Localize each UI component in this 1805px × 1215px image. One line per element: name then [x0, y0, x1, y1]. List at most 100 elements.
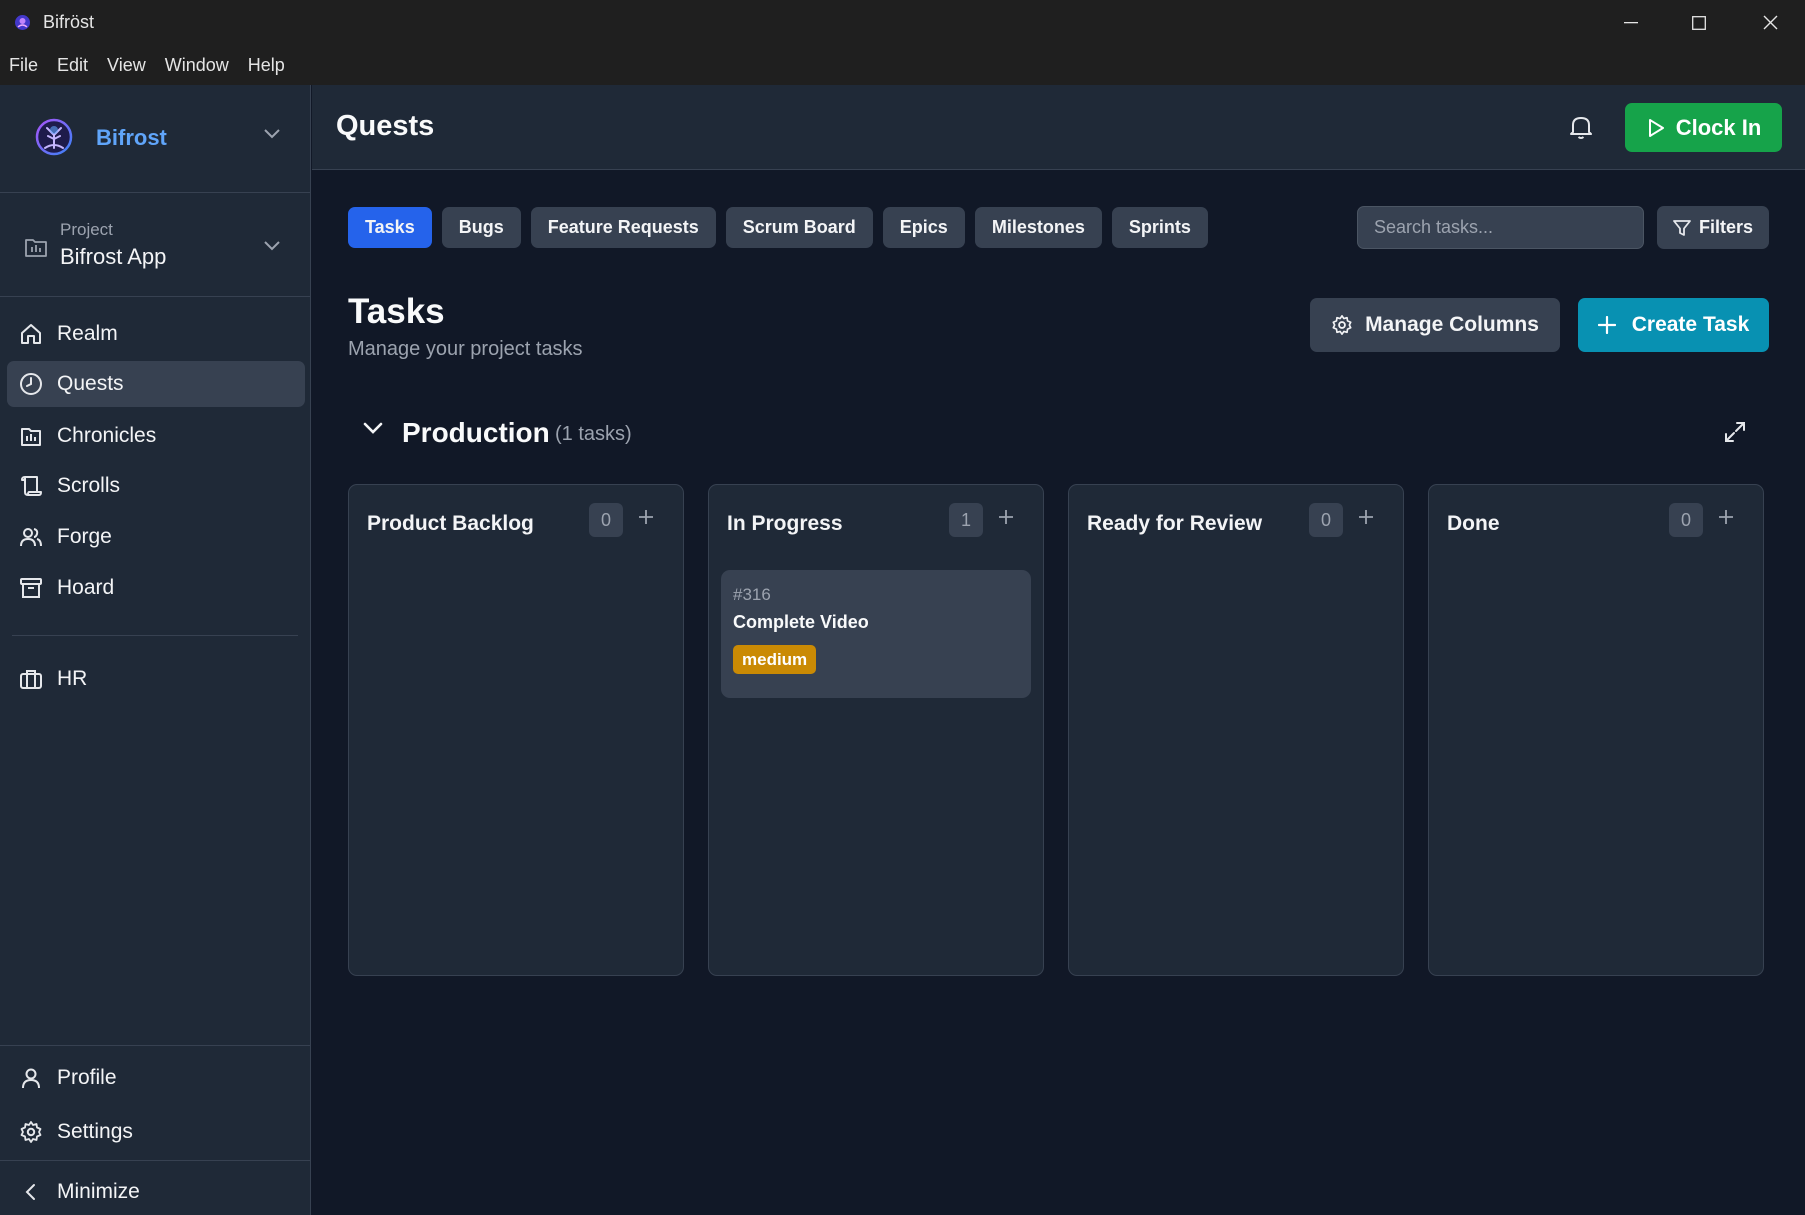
org-name: Bifrost: [96, 125, 167, 150]
gear-icon: [19, 1120, 43, 1144]
menu-file[interactable]: File: [9, 55, 38, 76]
board-column-in-progress: In Progress 1 #316 Complete Video medium: [708, 484, 1044, 976]
task-title: Complete Video: [733, 612, 869, 632]
sidebar-item-label: Hoard: [57, 576, 115, 599]
menu-bar: File Edit View Window Help: [0, 45, 1805, 85]
tab-tasks[interactable]: Tasks: [348, 207, 432, 248]
sidebar-divider: [0, 1045, 311, 1046]
column-count-badge: 0: [1669, 503, 1703, 537]
group-name: Production: [402, 417, 550, 448]
clock-in-label: Clock In: [1675, 114, 1762, 140]
section-title: Tasks: [348, 292, 445, 331]
calendar-icon: [19, 424, 43, 448]
collapse-chevron-icon[interactable]: [363, 422, 383, 435]
tab-bugs[interactable]: Bugs: [441, 207, 521, 248]
project-caption: Project: [60, 220, 113, 239]
board-column-done: Done 0: [1428, 484, 1764, 976]
sidebar-item-label: Forge: [57, 525, 112, 548]
tab-epics[interactable]: Epics: [882, 207, 965, 248]
page-header: Quests Clock In: [312, 85, 1805, 170]
add-task-plus-icon[interactable]: [638, 509, 654, 525]
window-title: Bifröst: [43, 12, 95, 32]
menu-help[interactable]: Help: [248, 55, 285, 76]
sidebar-minimize-button[interactable]: Minimize: [7, 1169, 305, 1215]
tab-feature-requests[interactable]: Feature Requests: [530, 207, 716, 248]
sidebar-item-label: Profile: [57, 1066, 117, 1089]
menu-edit[interactable]: Edit: [57, 55, 88, 76]
column-count-badge: 1: [949, 503, 983, 537]
create-task-button[interactable]: Create Task: [1578, 298, 1769, 352]
folder-icon: [24, 236, 48, 258]
sidebar-item-settings[interactable]: Settings: [7, 1109, 305, 1155]
play-icon: [1646, 118, 1676, 138]
menu-window[interactable]: Window: [165, 55, 229, 76]
sidebar-item-label: Scrolls: [57, 474, 121, 497]
bell-icon[interactable]: [1569, 114, 1593, 140]
clock-icon: [19, 372, 43, 396]
board-column-ready-for-review: Ready for Review 0: [1068, 484, 1404, 976]
column-title: In Progress: [727, 512, 843, 535]
window-minimize-button[interactable]: [1596, 0, 1666, 45]
manage-columns-button[interactable]: Manage Columns: [1310, 298, 1560, 352]
filters-button[interactable]: Filters: [1657, 206, 1769, 249]
tab-sprints[interactable]: Sprints: [1111, 207, 1208, 248]
users-icon: [19, 525, 43, 549]
tab-milestones[interactable]: Milestones: [974, 207, 1102, 248]
task-card[interactable]: #316 Complete Video medium: [721, 570, 1031, 698]
briefcase-icon: [19, 667, 43, 691]
sidebar: Bifrost Project Bifrost App Realm Quests…: [0, 85, 311, 1215]
column-title: Ready for Review: [1087, 512, 1263, 535]
clock-in-button[interactable]: Clock In: [1625, 103, 1782, 152]
sidebar-item-realm[interactable]: Realm: [7, 311, 305, 357]
sidebar-item-hr[interactable]: HR: [7, 656, 305, 702]
priority-badge: medium: [733, 645, 817, 674]
sidebar-divider: [0, 1160, 311, 1161]
window-maximize-button[interactable]: [1664, 0, 1734, 45]
tab-scrum-board[interactable]: Scrum Board: [725, 207, 873, 248]
add-task-plus-icon[interactable]: [998, 509, 1014, 525]
project-name: Bifrost App: [60, 244, 167, 269]
sidebar-item-label: Quests: [57, 372, 124, 395]
sidebar-item-hoard[interactable]: Hoard: [7, 565, 305, 611]
section-subtitle: Manage your project tasks: [348, 338, 583, 360]
gear-icon: [1331, 314, 1365, 336]
sidebar-item-label: HR: [57, 667, 88, 690]
chevron-down-icon: [264, 241, 280, 251]
window-close-button[interactable]: [1735, 0, 1805, 45]
add-task-plus-icon[interactable]: [1718, 509, 1734, 525]
search-input[interactable]: [1357, 206, 1644, 249]
sidebar-item-label: Minimize: [57, 1180, 140, 1203]
sidebar-item-forge[interactable]: Forge: [7, 514, 305, 560]
task-id: #316: [733, 585, 771, 604]
bifrost-logo-icon: [35, 118, 73, 156]
sidebar-item-scrolls[interactable]: Scrolls: [7, 463, 305, 509]
manage-columns-label: Manage Columns: [1365, 313, 1539, 336]
scroll-icon: [19, 474, 43, 498]
archive-icon: [19, 576, 43, 600]
column-count-badge: 0: [589, 503, 623, 537]
sidebar-item-label: Realm: [57, 322, 118, 345]
title-bar: Bifröst: [0, 0, 1805, 45]
sidebar-item-profile[interactable]: Profile: [7, 1055, 305, 1101]
expand-icon[interactable]: [1724, 421, 1746, 443]
user-icon: [19, 1066, 43, 1090]
org-switcher[interactable]: Bifrost: [0, 85, 311, 193]
create-task-label: Create Task: [1631, 313, 1750, 336]
board-column-product-backlog: Product Backlog 0: [348, 484, 684, 976]
sidebar-item-chronicles[interactable]: Chronicles: [7, 413, 305, 459]
plus-icon: [1597, 316, 1632, 334]
sidebar-item-quests[interactable]: Quests: [7, 361, 305, 407]
filter-icon: [1673, 219, 1699, 237]
sidebar-item-label: Settings: [57, 1120, 133, 1143]
project-switcher[interactable]: Project Bifrost App: [0, 193, 311, 297]
sidebar-divider: [12, 635, 298, 636]
sidebar-item-label: Chronicles: [57, 424, 157, 447]
menu-view[interactable]: View: [107, 55, 146, 76]
add-task-plus-icon[interactable]: [1358, 509, 1374, 525]
chevron-left-icon: [19, 1180, 43, 1204]
column-title: Done: [1447, 512, 1500, 535]
column-title: Product Backlog: [367, 512, 534, 535]
chevron-down-icon: [264, 129, 280, 139]
quest-tabs: Tasks Bugs Feature Requests Scrum Board …: [348, 207, 1218, 248]
column-count-badge: 0: [1309, 503, 1343, 537]
